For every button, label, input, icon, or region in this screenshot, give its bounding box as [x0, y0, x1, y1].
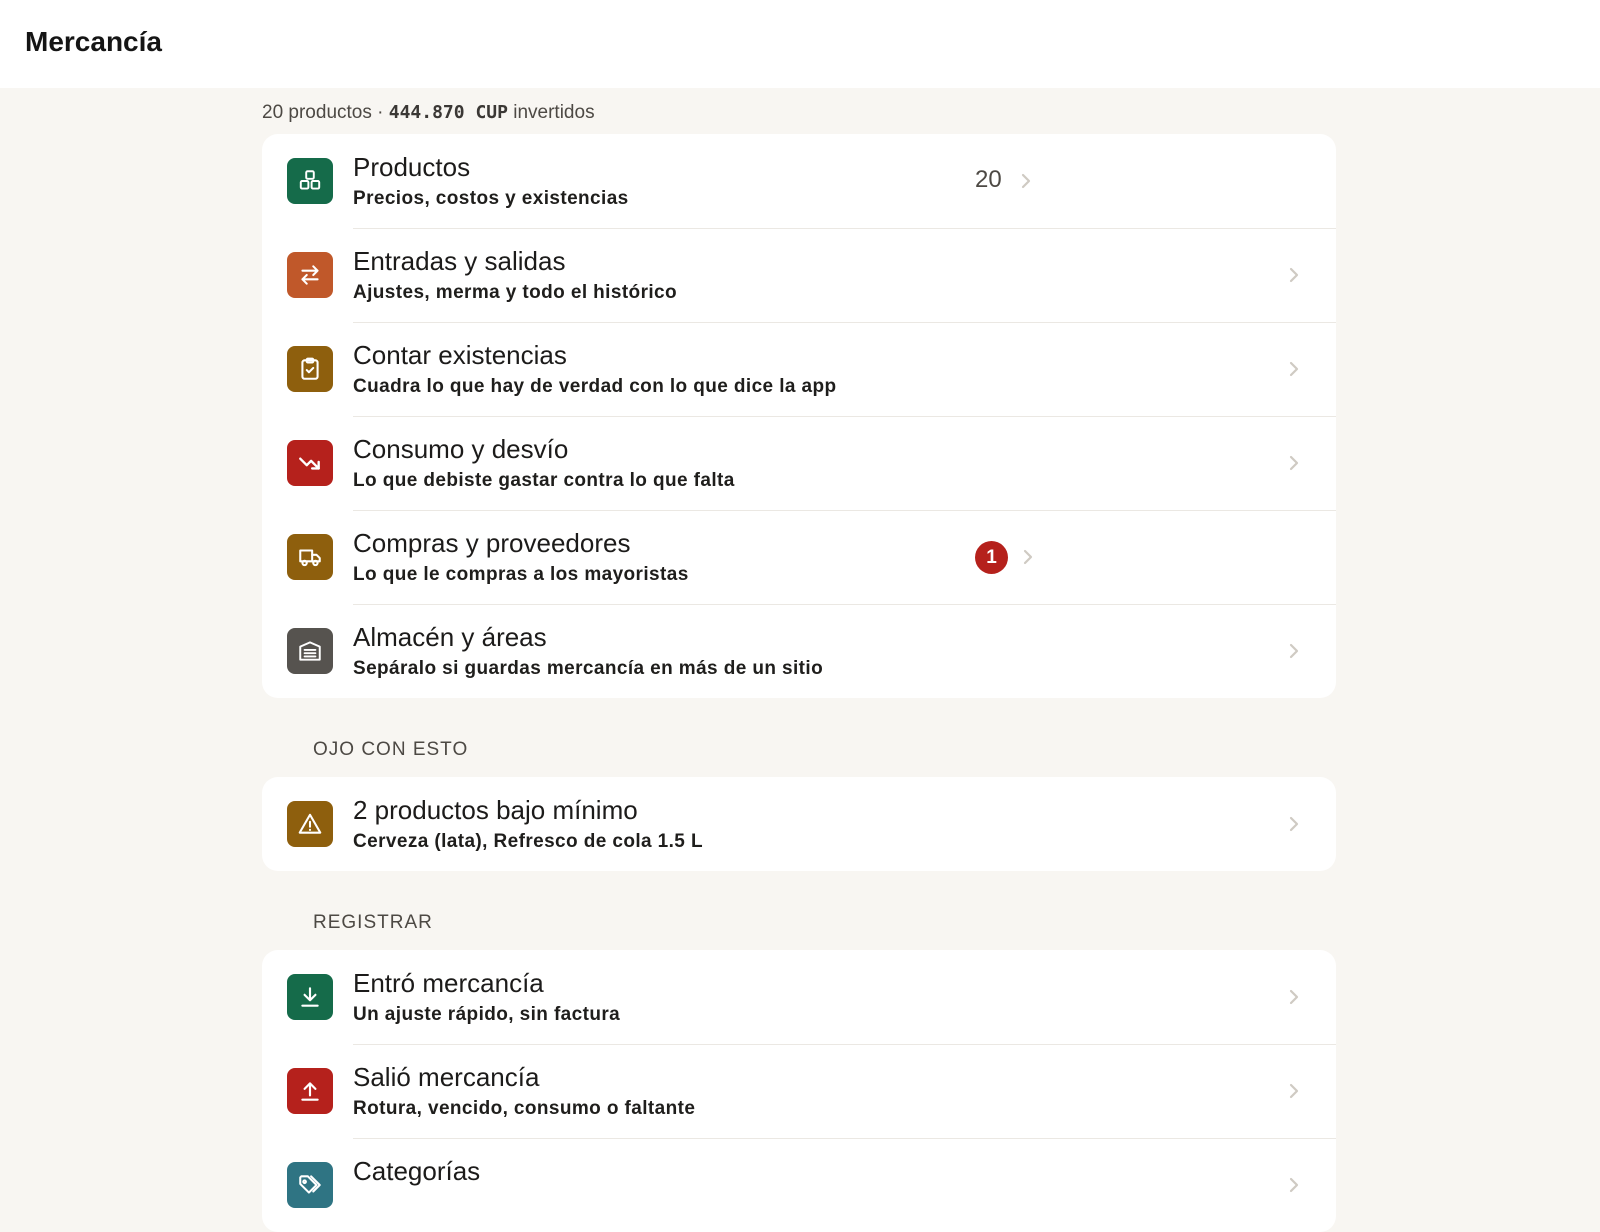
menu-item-contar-existencias[interactable]: Contar existencias Cuadra lo que hay de …: [262, 322, 1336, 416]
product-count-text: 20 productos ·: [262, 102, 384, 123]
boxes-icon: [287, 158, 333, 204]
main-menu-card: Productos Precios, costos y existencias …: [262, 134, 1336, 698]
chevron-right-icon: [1289, 361, 1299, 377]
upload-icon: [287, 1068, 333, 1114]
alert-title: 2 productos bajo mínimo: [353, 795, 638, 825]
menu-item-title: Compras y proveedores: [353, 528, 631, 558]
register-item-salio[interactable]: Salió mercancía Rotura, vencido, consumo…: [262, 1044, 1336, 1138]
warning-icon: [287, 801, 333, 847]
chevron-right-icon: [1289, 455, 1299, 471]
menu-item-entradas-salidas[interactable]: Entradas y salidas Ajustes, merma y todo…: [262, 228, 1336, 322]
main-content: 20 productos · 444.870 CUP invertidos Pr…: [262, 88, 1336, 1232]
register-item-title: Entró mercancía: [353, 968, 544, 998]
menu-item-almacen-areas[interactable]: Almacén y áreas Sepáralo si guardas merc…: [262, 604, 1336, 698]
menu-item-subtitle: Lo que debiste gastar contra lo que falt…: [353, 470, 735, 491]
chevron-right-icon: [1023, 549, 1033, 565]
menu-item-title: Contar existencias: [353, 340, 567, 370]
chevron-right-icon: [1021, 173, 1031, 189]
product-count-badge: 20: [975, 166, 1002, 193]
truck-icon: [287, 534, 333, 580]
page-title: Mercancía: [25, 26, 162, 57]
menu-item-title: Productos: [353, 152, 471, 182]
register-item-subtitle: Rotura, vencido, consumo o faltante: [353, 1098, 696, 1119]
menu-item-subtitle: Sepáralo si guardas mercancía en más de …: [353, 658, 824, 679]
register-item-subtitle: Un ajuste rápido, sin factura: [353, 1004, 621, 1025]
menu-item-title: Consumo y desvío: [353, 434, 569, 464]
alerts-card: 2 productos bajo mínimo Cerveza (lata), …: [262, 777, 1336, 871]
menu-item-subtitle: Cuadra lo que hay de verdad con lo que d…: [353, 376, 837, 397]
menu-item-subtitle: Precios, costos y existencias: [353, 188, 629, 209]
alert-low-stock[interactable]: 2 productos bajo mínimo Cerveza (lata), …: [262, 777, 1336, 871]
chevron-right-icon: [1289, 643, 1299, 659]
chevron-right-icon: [1289, 267, 1299, 283]
invested-suffix: invertidos: [513, 102, 595, 123]
chevron-right-icon: [1289, 1177, 1299, 1193]
invested-amount: 444.870 CUP: [388, 102, 508, 123]
chevron-right-icon: [1289, 1083, 1299, 1099]
clipboard-check-icon: [287, 346, 333, 392]
arrows-swap-icon: [287, 252, 333, 298]
menu-item-subtitle: Lo que le compras a los mayoristas: [353, 564, 689, 585]
inventory-summary: 20 productos · 444.870 CUP invertidos: [262, 101, 1336, 125]
menu-item-consumo-desvio[interactable]: Consumo y desvío Lo que debiste gastar c…: [262, 416, 1336, 510]
register-card: Entró mercancía Un ajuste rápido, sin fa…: [262, 950, 1336, 1232]
menu-item-title: Almacén y áreas: [353, 622, 547, 652]
menu-item-compras-proveedores[interactable]: Compras y proveedores Lo que le compras …: [262, 510, 1336, 604]
trending-down-icon: [287, 440, 333, 486]
warehouse-icon: [287, 628, 333, 674]
chevron-right-icon: [1289, 816, 1299, 832]
menu-item-title: Entradas y salidas: [353, 246, 566, 276]
register-item-title: Categorías: [353, 1156, 481, 1186]
notification-badge: 1: [975, 541, 1008, 574]
register-item-entro[interactable]: Entró mercancía Un ajuste rápido, sin fa…: [262, 950, 1336, 1044]
alert-subtitle: Cerveza (lata), Refresco de cola 1.5 L: [353, 831, 703, 852]
section-label-register: REGISTRAR: [313, 912, 433, 933]
download-icon: [287, 974, 333, 1020]
section-label-alerts: OJO CON ESTO: [313, 739, 469, 760]
menu-item-subtitle: Ajustes, merma y todo el histórico: [353, 282, 678, 303]
tags-icon: [287, 1162, 333, 1208]
chevron-right-icon: [1289, 989, 1299, 1005]
menu-item-productos[interactable]: Productos Precios, costos y existencias …: [262, 134, 1336, 228]
register-item-categorias[interactable]: Categorías: [262, 1138, 1336, 1232]
register-item-title: Salió mercancía: [353, 1062, 540, 1092]
top-bar: Mercancía: [0, 0, 1600, 88]
